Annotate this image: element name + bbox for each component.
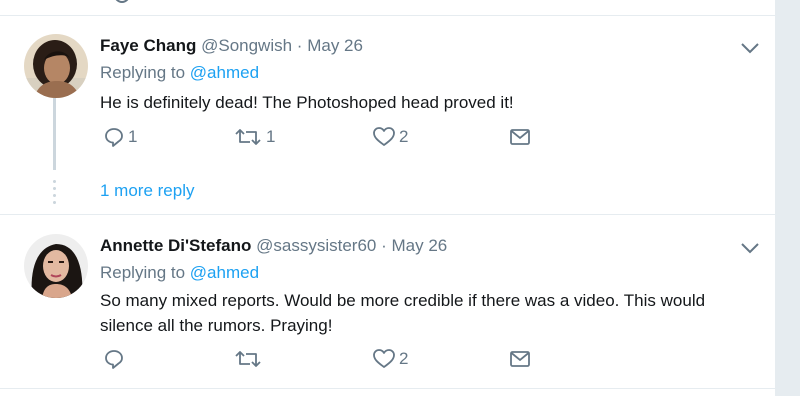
- separator-dot: ·: [296, 36, 303, 55]
- tweet-header: Annette Di'Stefano @sassysister60 · May …: [100, 236, 447, 256]
- reply-button[interactable]: [103, 348, 128, 370]
- avatar[interactable]: [24, 34, 88, 98]
- replying-to: Replying to @ahmed: [100, 63, 259, 83]
- divider: [0, 388, 776, 389]
- reply-feed: Faye Chang @Songwish · May 26 Replying t…: [0, 0, 776, 396]
- retweet-button[interactable]: [233, 348, 266, 370]
- direct-message-icon: [510, 129, 530, 145]
- like-icon: [373, 349, 395, 368]
- replying-to-label: Replying to: [100, 263, 186, 282]
- replying-to-label: Replying to: [100, 63, 186, 82]
- tweet-text: He is definitely dead! The Photoshoped h…: [100, 93, 514, 112]
- thread-line: [53, 98, 56, 170]
- like-icon: [373, 127, 395, 146]
- like-button[interactable]: 2: [372, 126, 408, 148]
- more-replies-link[interactable]: 1 more reply: [100, 181, 194, 201]
- tweet-text: So many mixed reports. Would be more cre…: [100, 291, 706, 335]
- chevron-down-icon[interactable]: [739, 41, 761, 55]
- tweet[interactable]: Annette Di'Stefano @sassysister60 · May …: [0, 216, 776, 388]
- retweet-icon: [235, 351, 261, 367]
- direct-message-button[interactable]: [509, 348, 531, 370]
- user-handle[interactable]: @sassysister60: [256, 236, 376, 255]
- chevron-down-icon[interactable]: [739, 241, 761, 255]
- like-button[interactable]: 2: [372, 348, 408, 370]
- retweet-icon[interactable]: [188, 0, 208, 3]
- user-name[interactable]: Faye Chang: [100, 36, 196, 55]
- avatar[interactable]: [24, 234, 88, 298]
- tweet-date[interactable]: May 26: [307, 36, 363, 55]
- previous-tweet-edge: [0, 0, 776, 16]
- tweet[interactable]: Faye Chang @Songwish · May 26 Replying t…: [0, 16, 776, 170]
- replying-to: Replying to @ahmed: [100, 263, 259, 283]
- retweet-button[interactable]: 1: [233, 126, 275, 148]
- retweet-count: 1: [266, 127, 276, 146]
- reply-button[interactable]: 1: [103, 126, 137, 148]
- more-replies-row[interactable]: 1 more reply: [0, 170, 776, 215]
- thread-dots: [53, 178, 56, 204]
- mention-link[interactable]: @ahmed: [190, 263, 259, 282]
- reply-icon: [105, 128, 123, 147]
- mention-link[interactable]: @ahmed: [190, 63, 259, 82]
- direct-message-button[interactable]: [509, 126, 531, 148]
- tweet-header: Faye Chang @Songwish · May 26: [100, 36, 363, 56]
- reply-count: 1: [128, 127, 138, 146]
- tweet-date[interactable]: May 26: [392, 236, 448, 255]
- separator-dot: ·: [381, 236, 387, 255]
- like-count: 2: [399, 127, 409, 146]
- reply-icon[interactable]: [112, 0, 132, 3]
- user-handle[interactable]: @Songwish: [201, 36, 292, 55]
- reply-icon: [105, 350, 123, 369]
- retweet-icon: [235, 129, 261, 145]
- direct-message-icon: [510, 351, 530, 367]
- user-name[interactable]: Annette Di'Stefano: [100, 236, 251, 255]
- like-count: 2: [399, 349, 409, 368]
